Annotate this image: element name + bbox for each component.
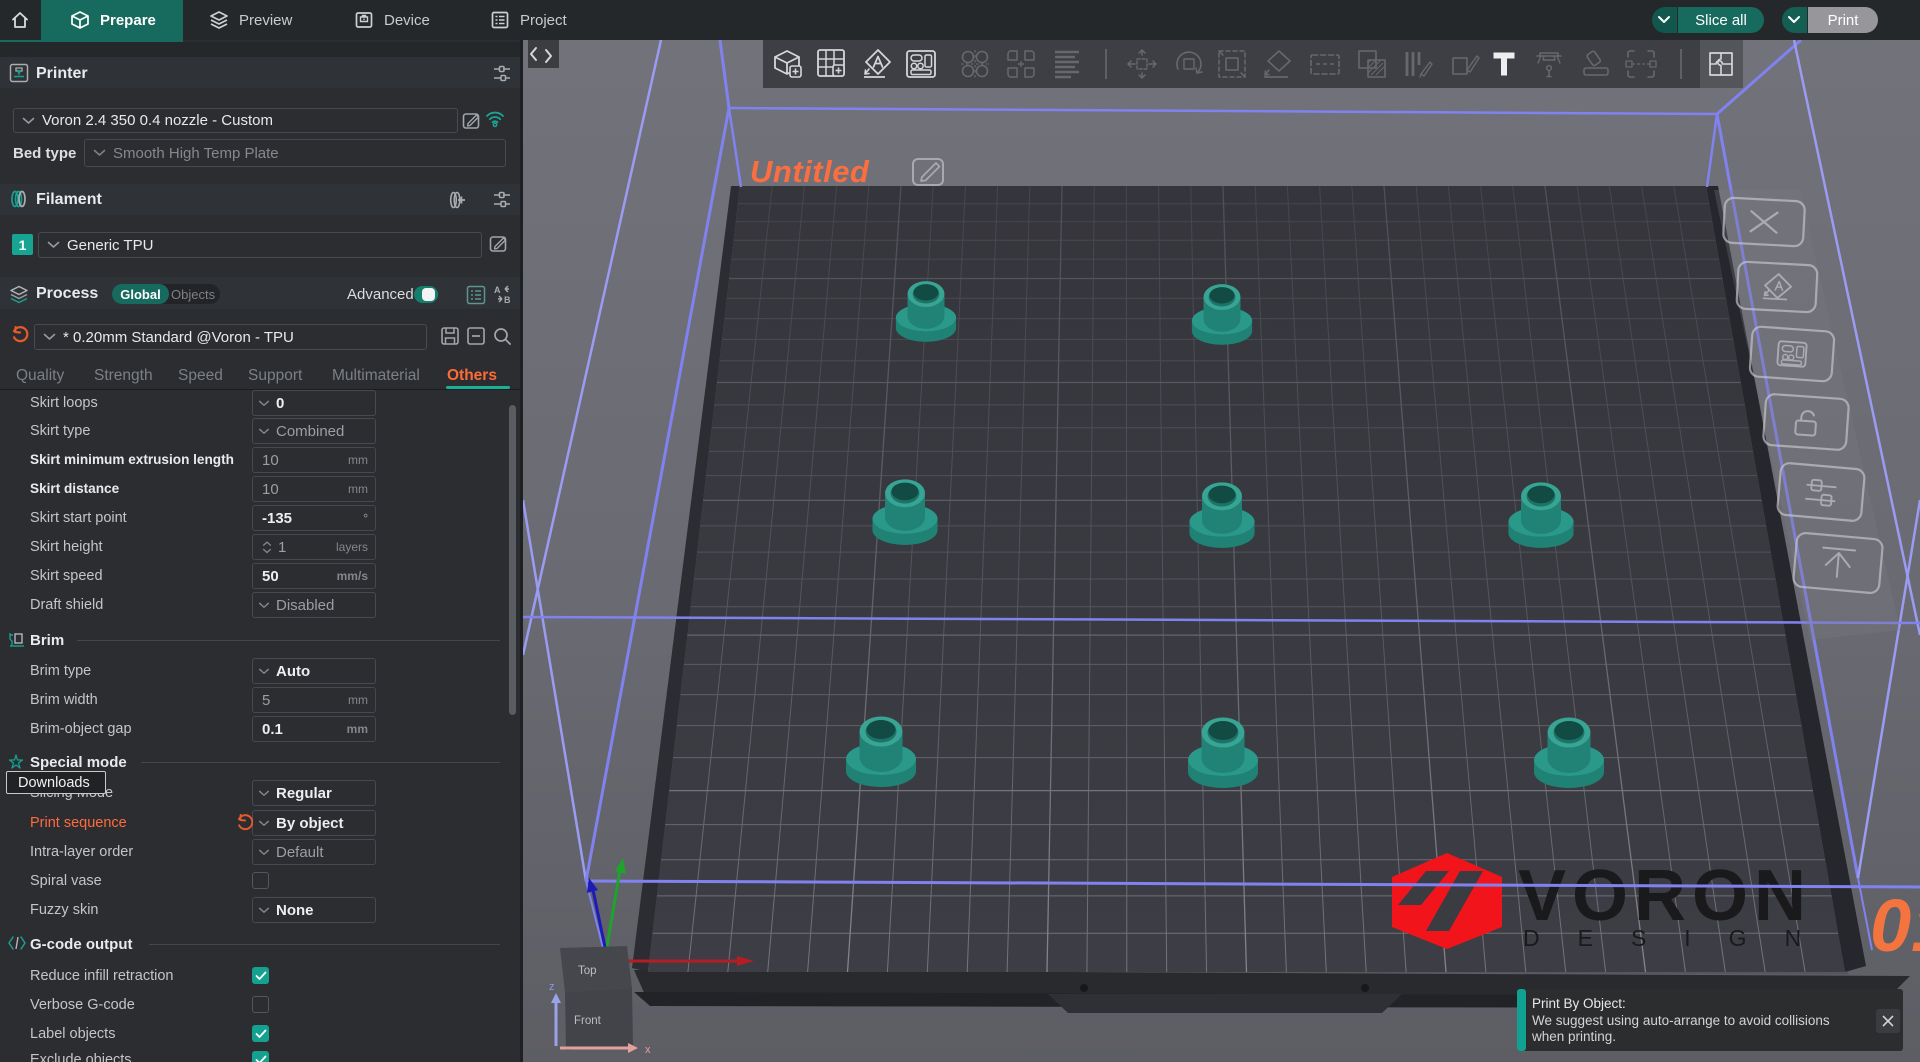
svg-text:z: z — [549, 981, 555, 993]
svg-text:x: x — [645, 1044, 651, 1056]
svg-text:Front: Front — [574, 1015, 602, 1027]
svg-text:A: A — [494, 285, 501, 295]
svg-text:DESIGN: DESIGN — [1523, 925, 1839, 951]
svg-text:Untitled: Untitled — [750, 154, 870, 189]
svg-text:01: 01 — [1870, 884, 1920, 967]
svg-text:B: B — [504, 295, 511, 305]
svg-text:when printing.: when printing. — [1531, 1029, 1616, 1044]
svg-text:We suggest using auto-arrange: We suggest using auto-arrange to avoid c… — [1532, 1013, 1830, 1028]
svg-text:Top: Top — [578, 965, 597, 977]
svg-text:Print By Object:: Print By Object: — [1532, 996, 1626, 1011]
svg-text:VORON: VORON — [1518, 856, 1812, 936]
